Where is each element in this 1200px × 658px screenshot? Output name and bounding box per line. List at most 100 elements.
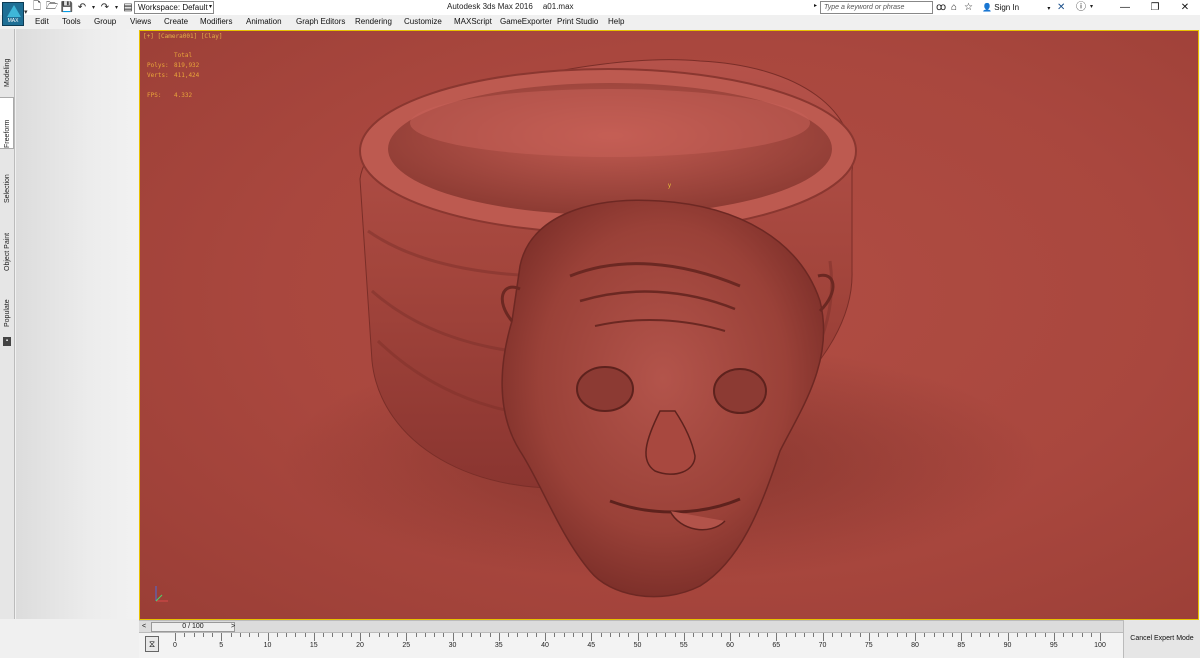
favorites-star-icon[interactable]: ☆ [964, 1, 973, 14]
redo-icon[interactable]: ↷ [98, 1, 112, 14]
menu-group[interactable]: Group [94, 16, 116, 28]
search-expand-icon[interactable]: ▸ [814, 2, 817, 9]
viewport-label[interactable]: [+] [Camera001] [Clay] [143, 33, 222, 40]
logo-label: MAX [7, 18, 19, 24]
ruler-tick-label: 80 [911, 642, 919, 649]
ruler-tick-label: 20 [356, 642, 364, 649]
ruler-tick [313, 633, 315, 641]
ruler-tick [461, 633, 463, 637]
frame-ruler[interactable]: 0 5 10 15 20 25 30 35 40 45 50 55 60 65 70 75 80 85 90 95 10… [167, 633, 1119, 658]
project-folder-icon[interactable]: ▤ [121, 1, 135, 14]
help-dropdown-icon[interactable]: ▾ [1090, 1, 1093, 14]
ruler-tick [175, 633, 176, 641]
ruler-tick [619, 633, 620, 637]
ruler-tick-label: 95 [1049, 642, 1058, 649]
ruler-tick [480, 633, 482, 637]
ruler-tick-label: 35 [494, 642, 503, 649]
ruler-tick [656, 633, 657, 637]
menu-create[interactable]: Create [164, 16, 188, 28]
ruler-tick [850, 633, 852, 637]
menu-bar: Edit Tools Group Views Create Modifiers … [0, 15, 1200, 29]
logo-icon [7, 5, 21, 17]
ruler-tick [369, 633, 371, 637]
menu-rendering[interactable]: Rendering [355, 16, 392, 28]
time-slider[interactable]: < 0 / 100 > [139, 620, 1200, 632]
menu-maxscript[interactable]: MAXScript [454, 16, 492, 28]
tab-populate[interactable]: Populate [0, 277, 14, 327]
previous-frame-button[interactable]: < [139, 622, 149, 632]
ruler-tick-label: 90 [1003, 642, 1012, 649]
ruler-tick [443, 633, 445, 637]
ruler-tick [498, 633, 500, 641]
menu-animation[interactable]: Animation [246, 16, 282, 28]
fps-value: 4.332 [174, 92, 193, 99]
camera-viewport[interactable]: [+] [Camera001] [Clay] Total Polys: 819,9… [139, 30, 1199, 620]
ruler-tick [286, 633, 287, 637]
ruler-tick [1026, 633, 1027, 637]
ruler-tick [794, 633, 796, 637]
tab-selection[interactable]: Selection [0, 153, 14, 203]
ruler-tick [859, 633, 861, 637]
help-icon[interactable]: ⓘ [1076, 1, 1086, 14]
ruler-tick-label: 25 [402, 642, 411, 649]
undo-icon[interactable]: ↶ [75, 1, 89, 14]
next-frame-button[interactable]: > [228, 622, 238, 632]
ribbon-panel [16, 29, 138, 619]
ruler-tick [1100, 633, 1101, 641]
ruler-tick [517, 633, 519, 637]
exchange-apps-icon[interactable]: ✕ [1057, 1, 1065, 14]
search-input[interactable]: Type a keyword or phrase [820, 1, 933, 14]
ruler-tick [979, 633, 981, 637]
ruler-tick [609, 633, 611, 637]
menu-modifiers[interactable]: Modifiers [200, 16, 232, 28]
ruler-tick [239, 633, 241, 637]
menu-graph-editors[interactable]: Graph Editors [296, 16, 345, 28]
binoculars-icon[interactable]: ꝏ [936, 1, 946, 14]
user-icon: 👤 [982, 3, 992, 12]
tab-freeform[interactable]: Freeform [0, 97, 14, 149]
ruler-tick [471, 633, 472, 637]
ruler-tick-label: 100 [1094, 642, 1106, 649]
menu-help[interactable]: Help [608, 16, 624, 28]
ruler-tick [304, 633, 306, 637]
ruler-tick [989, 633, 990, 637]
app-menu-dropdown-icon[interactable]: ▾ [24, 8, 28, 16]
redo-dropdown-icon[interactable]: ▾ [113, 1, 120, 14]
mini-curve-editor-icon[interactable]: ⧖ [145, 636, 159, 652]
menu-edit[interactable]: Edit [35, 16, 49, 28]
ruler-tick-label: 85 [957, 642, 966, 649]
polys-label: Polys: [147, 62, 169, 69]
ruler-tick [739, 633, 741, 637]
ruler-tick [1016, 633, 1018, 637]
quick-access-toolbar: 🗋 🗁 💾 ↶ ▾ ↷ ▾ ▤ ▾ [30, 1, 143, 14]
time-slider-thumb[interactable]: 0 / 100 [151, 622, 235, 632]
ruler-tick-label: 75 [864, 642, 873, 649]
ruler-tick [600, 633, 602, 637]
ribbon-toggle-icon[interactable]: ▪ [3, 337, 11, 346]
new-file-icon[interactable]: 🗋 [30, 1, 44, 14]
tab-object-paint[interactable]: Object Paint [0, 209, 14, 271]
ruler-tick [193, 633, 195, 637]
ruler-tick [1007, 633, 1009, 641]
close-button[interactable]: ✕ [1170, 0, 1200, 15]
maximize-button[interactable]: ❐ [1140, 0, 1170, 15]
open-file-icon[interactable]: 🗁 [45, 1, 59, 14]
communication-center-icon[interactable]: ⌂ [951, 1, 957, 14]
menu-print-studio[interactable]: Print Studio [557, 16, 598, 28]
undo-dropdown-icon[interactable]: ▾ [90, 1, 97, 14]
cancel-expert-mode-button[interactable]: Cancel Expert Mode [1123, 620, 1200, 658]
menu-views[interactable]: Views [130, 16, 151, 28]
menu-customize[interactable]: Customize [404, 16, 442, 28]
menu-tools[interactable]: Tools [62, 16, 81, 28]
transform-gizmo-y-label[interactable]: y [668, 183, 671, 189]
save-icon[interactable]: 💾 [60, 1, 74, 14]
ruler-tick [572, 633, 574, 637]
minimize-button[interactable]: — [1110, 0, 1140, 15]
menu-gameexporter[interactable]: GameExporter [500, 16, 552, 28]
sign-in-button[interactable]: 👤 Sign In ▾ [982, 1, 1050, 16]
tab-modeling[interactable]: Modeling [0, 37, 14, 87]
track-bar[interactable]: ⧖ 0 5 10 15 20 25 30 35 40 45 50 55 60 65 70 75 80 85 90 95… [139, 632, 1123, 658]
app-logo-button[interactable]: MAX [2, 2, 24, 26]
workspace-select[interactable]: Workspace: Default ▾ [134, 1, 214, 14]
stats-header: Total [174, 52, 193, 59]
